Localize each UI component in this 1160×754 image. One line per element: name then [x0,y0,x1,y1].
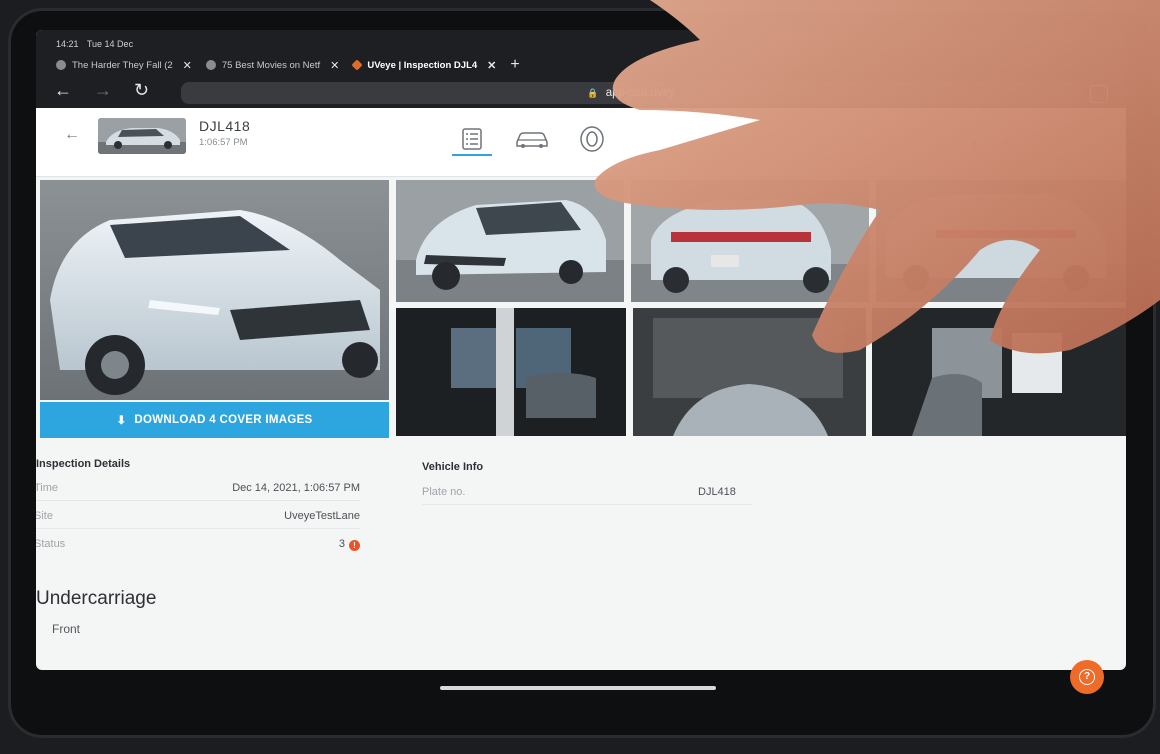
detail-label: Site [36,510,53,522]
detail-value: Dec 14, 2021, 1:06:57 PM [232,482,360,494]
vehicle-label: Plate no. [422,486,466,498]
download-cover-images-button[interactable]: ⬇ DOWNLOAD 4 COVER IMAGES [40,402,389,438]
browser-chrome: 14:21 Tue 14 Dec The Harder They Fall (2… [36,30,1126,108]
detail-value: UveyeTestLane [284,510,360,522]
share-icon[interactable] [1090,85,1108,103]
lane-image-3[interactable] [872,308,1126,436]
detail-label: Status [36,538,66,550]
undercarriage-front-label: Front [52,622,81,636]
home-indicator [440,686,716,690]
detail-row-time: Time Dec 14, 2021, 1:06:57 PM [36,474,360,501]
tab-label: The Harder They Fall (2 [72,59,173,71]
reload-icon[interactable]: ↻ [134,80,149,101]
inspection-details-title: Inspection Details [36,458,131,470]
lane-image-1[interactable] [396,308,626,436]
lane-camera-image [872,308,1126,436]
car-front-angle-image [396,180,624,302]
inspection-time: 1:06:57 PM [199,137,248,148]
tab-strip: The Harder They Fall (2 ✕ 75 Best Movies… [56,54,520,76]
forward-arrow-icon[interactable]: → [94,80,112,101]
close-icon[interactable]: ✕ [330,59,339,72]
car-thumbnail-image [98,118,186,154]
download-icon: ⬇ [116,415,127,427]
status-date: Tue 14 Dec [86,39,134,49]
lane-camera-image [396,308,626,436]
vehicle-thumbnail[interactable] [98,118,186,154]
tab-label: UVeye | Inspection DJL4 [367,59,478,71]
uveye-favicon-icon [351,59,363,71]
new-tab-icon[interactable]: + [510,56,519,74]
tablet-screen: 14:21 Tue 14 Dec The Harder They Fall (2… [36,30,1126,670]
detail-row-site: Site UveyeTestLane [36,502,360,529]
pager-arrows[interactable]: ‹› [973,138,1036,149]
browser-tab[interactable]: The Harder They Fall (2 ✕ [56,59,192,72]
close-icon[interactable]: ✕ [183,59,192,72]
car-front-image [40,180,389,400]
undercarriage-title: Undercarriage [36,588,157,609]
alert-icon: ! [349,540,360,551]
back-arrow-icon[interactable]: ← [54,80,72,101]
lane-image-2[interactable] [633,308,866,436]
browser-tab[interactable]: 75 Best Movies on Netf ✕ [205,59,339,72]
inspection-header: ← DJL418 1:06:57 PM ‹› [36,108,1126,177]
car-rear-angle-image [876,180,1126,302]
arrow-left-icon[interactable]: ← [64,126,80,144]
help-icon: ? [1079,669,1095,685]
vehicle-value: DJL418 [698,486,736,498]
vehicle-row-plate: Plate no. DJL418 [422,478,752,505]
cover-image-3[interactable] [631,180,869,302]
close-icon[interactable]: ✕ [487,59,496,72]
car-rear-image [631,180,869,302]
url-text: app-usa.uvey [605,87,675,99]
help-button[interactable]: ? [1070,660,1104,694]
nav-buttons: ← → ↻ [54,80,149,101]
vehicle-info-title: Vehicle Info [422,461,484,473]
browser-tab-active[interactable]: UVeye | Inspection DJL4 ✕ [351,59,496,72]
status-time: 14:21 [56,39,79,49]
tab-car[interactable] [512,124,552,154]
plate-title: DJL418 [199,118,251,134]
checklist-icon [462,128,482,150]
url-bar[interactable]: 🔒 app-usa.uvey [181,82,1081,104]
status-value[interactable]: 3! [339,538,360,551]
cover-image-main[interactable] [40,180,389,400]
lane-camera-image [633,308,866,436]
globe-icon [205,60,216,70]
download-button-label: DOWNLOAD 4 COVER IMAGES [134,414,313,426]
details-section: Inspection Details Time Dec 14, 2021, 1:… [36,450,1126,670]
lock-icon: 🔒 [587,88,599,98]
tire-icon [580,126,604,152]
tab-label: 75 Best Movies on Netf [221,59,321,71]
tab-tire[interactable] [572,124,612,154]
detail-row-status: Status 3! [36,530,360,556]
car-icon [516,132,548,148]
detail-label: Time [36,482,59,494]
tab-checklist[interactable] [452,124,492,156]
view-tabs [452,124,612,156]
status-bar: 14:21 Tue 14 Dec [56,39,139,49]
globe-icon [56,60,66,70]
cover-image-4[interactable] [876,180,1126,302]
cover-image-2[interactable] [396,180,624,302]
status-count: 3 [338,538,345,550]
